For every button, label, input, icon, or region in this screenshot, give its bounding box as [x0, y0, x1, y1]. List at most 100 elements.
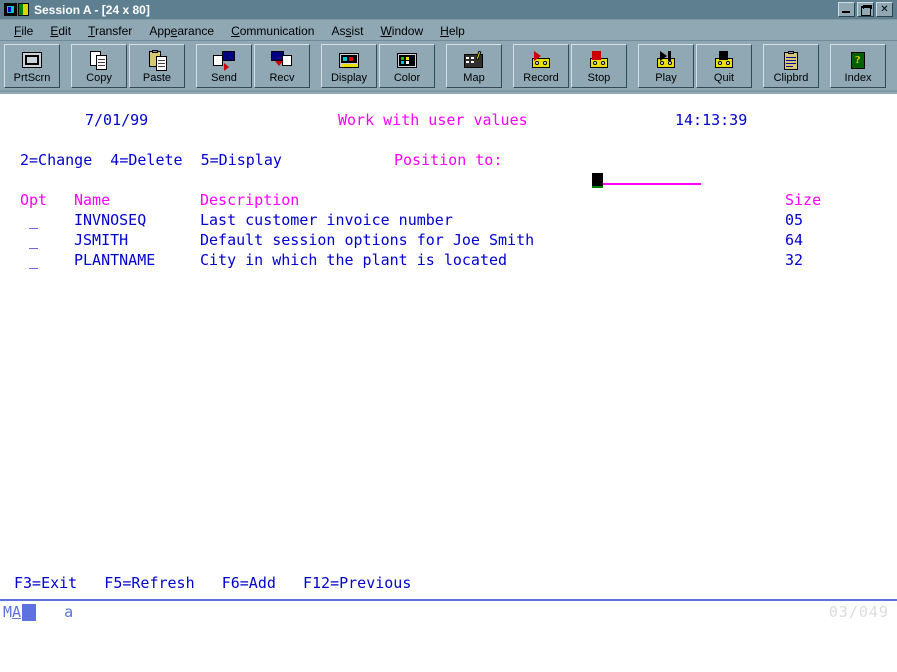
- toolbar: PrtScrn Copy Paste Send Recv Display Col…: [0, 42, 897, 92]
- record-icon: [529, 50, 553, 71]
- clipboard-icon: [779, 50, 803, 71]
- toolbar-button-label: Color: [393, 71, 421, 84]
- row-opt-input[interactable]: _: [29, 250, 38, 270]
- book-icon: [18, 3, 29, 16]
- quit-icon: [712, 50, 736, 71]
- print-screen-icon: [20, 51, 44, 71]
- toolbar-button-display[interactable]: Display: [321, 44, 377, 88]
- column-header-name: Name: [74, 191, 111, 209]
- menu-item-assist[interactable]: Assist: [323, 22, 372, 40]
- toolbar-group-clipbrd: Clipbrd: [762, 44, 820, 88]
- position-to-input[interactable]: [603, 183, 702, 185]
- options-legend: 2=Change 4=Delete 5=Display: [20, 151, 282, 169]
- menu-item-transfer[interactable]: Transfer: [80, 22, 141, 40]
- toolbar-button-label: Recv: [269, 71, 295, 84]
- toolbar-button-map[interactable]: Map: [446, 44, 502, 88]
- toolbar-group-print: PrtScrn: [3, 44, 61, 88]
- toolbar-group-appearance: Display Color: [320, 44, 436, 88]
- status-bar-left: MA a: [3, 603, 73, 621]
- row-opt-input[interactable]: _: [29, 210, 38, 230]
- row-description: Last customer invoice number: [200, 211, 453, 229]
- position-to-field[interactable]: [538, 150, 702, 188]
- window-controls: ✕: [838, 2, 893, 17]
- monitor-icon: [4, 3, 17, 16]
- toolbar-group-record: Record Stop: [512, 44, 628, 88]
- toolbar-button-copy[interactable]: Copy: [71, 44, 127, 88]
- toolbar-button-color[interactable]: Color: [379, 44, 435, 88]
- terminal-screen[interactable]: 7/01/99 Work with user values 14:13:39 2…: [0, 94, 897, 599]
- screen-date: 7/01/99: [85, 111, 149, 129]
- toolbar-group-index: ? Index: [829, 44, 887, 88]
- toolbar-button-recv[interactable]: Recv: [254, 44, 310, 88]
- toolbar-button-prtscrn[interactable]: PrtScrn: [4, 44, 60, 88]
- stop-icon: [587, 50, 611, 71]
- keyboard-map-icon: [462, 50, 486, 71]
- toolbar-button-label: PrtScrn: [13, 71, 51, 84]
- function-keys: F3=Exit F5=Refresh F6=Add F12=Previous: [14, 574, 412, 592]
- row-name: PLANTNAME: [74, 251, 156, 269]
- toolbar-button-label: Stop: [587, 71, 611, 84]
- toolbar-button-label: Paste: [142, 71, 172, 84]
- row-size: 64: [785, 231, 804, 249]
- title-bar: Session A - [24 x 80] ✕: [0, 0, 897, 20]
- session-window: Session A - [24 x 80] ✕ File Edit Transf…: [0, 0, 897, 672]
- position-to-label: Position to:: [394, 151, 503, 169]
- toolbar-button-clipbrd[interactable]: Clipbrd: [763, 44, 819, 88]
- text-cursor: [592, 173, 604, 188]
- menu-item-file[interactable]: File: [6, 22, 42, 40]
- copy-icon: [87, 50, 111, 71]
- toolbar-button-label: Index: [844, 71, 872, 84]
- send-file-icon: [212, 50, 236, 71]
- display-settings-icon: [337, 51, 361, 71]
- status-indicator: a: [64, 603, 74, 621]
- toolbar-button-send[interactable]: Send: [196, 44, 252, 88]
- row-name: JSMITH: [74, 231, 129, 249]
- toolbar-group-play: Play Quit: [637, 44, 753, 88]
- minimize-button[interactable]: [838, 2, 855, 17]
- column-header-description: Description: [200, 191, 300, 209]
- toolbar-button-label: Copy: [86, 71, 112, 84]
- status-mode: MA: [3, 603, 22, 621]
- restore-button[interactable]: [857, 2, 874, 17]
- toolbar-button-label: Display: [330, 71, 368, 84]
- menu-item-help[interactable]: Help: [432, 22, 474, 40]
- close-button[interactable]: ✕: [876, 2, 893, 17]
- toolbar-button-label: Record: [523, 71, 559, 84]
- row-opt-input[interactable]: _: [29, 230, 38, 250]
- menu-item-appearance[interactable]: Appearance: [141, 22, 223, 40]
- toolbar-button-index[interactable]: ? Index: [830, 44, 886, 88]
- row-size: 05: [785, 211, 804, 229]
- toolbar-button-label: Map: [463, 71, 485, 84]
- toolbar-group-clipboard: Copy Paste: [70, 44, 186, 88]
- toolbar-button-paste[interactable]: Paste: [129, 44, 185, 88]
- toolbar-button-stop[interactable]: Stop: [571, 44, 627, 88]
- row-size: 32: [785, 251, 804, 269]
- status-bar: MA a 03/049: [0, 599, 897, 672]
- receive-file-icon: [270, 50, 294, 71]
- close-icon: ✕: [880, 3, 889, 15]
- menu-item-edit[interactable]: Edit: [42, 22, 80, 40]
- toolbar-button-play[interactable]: Play: [638, 44, 694, 88]
- index-help-icon: ?: [846, 51, 870, 71]
- toolbar-group-map: Map: [445, 44, 503, 88]
- menu-item-communication[interactable]: Communication: [223, 22, 323, 40]
- menu-bar: File Edit Transfer Appearance Communicat…: [0, 21, 897, 41]
- row-description: Default session options for Joe Smith: [200, 231, 535, 249]
- toolbar-button-quit[interactable]: Quit: [696, 44, 752, 88]
- menu-item-window[interactable]: Window: [372, 22, 432, 40]
- column-header-opt: Opt: [20, 191, 48, 209]
- toolbar-button-record[interactable]: Record: [513, 44, 569, 88]
- toolbar-button-label: Play: [655, 71, 677, 84]
- toolbar-button-label: Clipbrd: [773, 71, 809, 84]
- row-name: INVNOSEQ: [74, 211, 147, 229]
- paste-icon: [145, 49, 169, 71]
- play-icon: [654, 50, 678, 71]
- row-description: City in which the plant is located: [200, 251, 508, 269]
- color-settings-icon: [395, 51, 419, 71]
- status-cursor-block: [22, 603, 37, 621]
- window-title: Session A - [24 x 80]: [34, 2, 150, 17]
- toolbar-button-label: Send: [211, 71, 237, 84]
- status-position: 03/049: [828, 603, 889, 621]
- column-header-size: Size: [785, 191, 822, 209]
- toolbar-button-label: Quit: [713, 71, 735, 84]
